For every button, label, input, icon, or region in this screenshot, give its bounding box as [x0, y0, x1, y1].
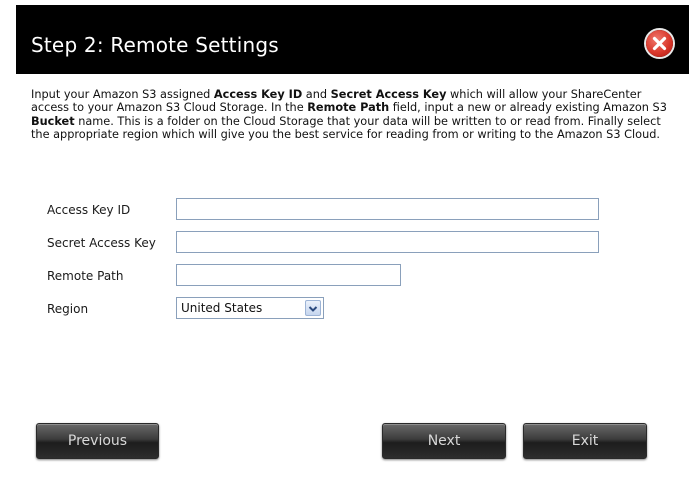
dialog-title: Step 2: Remote Settings — [31, 33, 279, 57]
previous-button[interactable]: Previous — [36, 423, 159, 459]
instructions-part: name. This is a folder on the Cloud Stor… — [31, 114, 661, 142]
dialog-body: Input your Amazon S3 assigned Access Key… — [16, 74, 689, 483]
access-key-input[interactable] — [176, 198, 599, 220]
instructions-bold-secret-key: Secret Access Key — [330, 88, 447, 101]
dialog-titlebar: Step 2: Remote Settings — [16, 5, 689, 74]
region-select[interactable]: United States — [176, 297, 324, 319]
region-label: Region — [47, 302, 89, 316]
access-key-label: Access Key ID — [47, 203, 131, 217]
dropdown-arrow-icon[interactable] — [305, 300, 321, 316]
close-button[interactable] — [646, 30, 673, 57]
region-selected-value: United States — [181, 301, 263, 315]
next-button[interactable]: Next — [382, 423, 506, 459]
instructions-text: Input your Amazon S3 assigned Access Key… — [31, 88, 671, 142]
page-background: Step 2: Remote Settings Input your Amazo… — [0, 0, 694, 491]
instructions-bold-bucket: Bucket — [31, 114, 75, 128]
remote-path-label: Remote Path — [47, 269, 124, 283]
instructions-bold-remote-path: Remote Path — [307, 101, 390, 115]
secret-key-label: Secret Access Key — [47, 236, 156, 250]
instructions-part: Input your Amazon S3 assigned — [31, 88, 214, 101]
instructions-part: and — [302, 88, 331, 101]
exit-button[interactable]: Exit — [523, 423, 647, 459]
instructions-bold-access-key: Access Key ID — [213, 88, 303, 101]
close-icon — [652, 36, 667, 51]
instructions-part: field, input a new or already existing A… — [389, 101, 667, 115]
chevron-down-icon — [308, 306, 318, 312]
remote-settings-dialog: Step 2: Remote Settings Input your Amazo… — [16, 5, 689, 483]
remote-path-input[interactable] — [176, 264, 401, 286]
secret-key-input[interactable] — [176, 231, 599, 253]
